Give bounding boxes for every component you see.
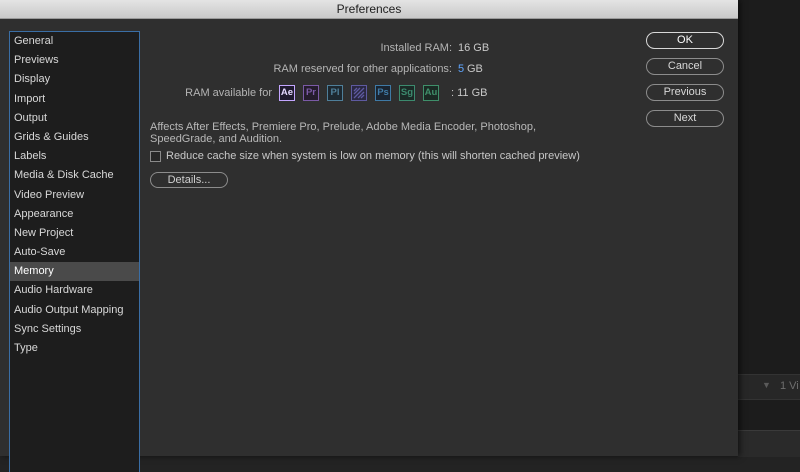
preferences-sidebar[interactable]: General Previews Display Import Output Grids …	[9, 31, 140, 472]
ram-reserved-value[interactable]: 5	[458, 63, 464, 75]
sidebar-item-media-disk-cache[interactable]: Media & Disk Cache	[10, 166, 139, 185]
details-button[interactable]: Details...	[150, 172, 228, 188]
sidebar-item-import[interactable]: Import	[10, 90, 139, 109]
background-panel	[738, 430, 800, 457]
ram-reserved-label: RAM reserved for other applications:	[273, 63, 452, 75]
installed-ram-label: Installed RAM:	[380, 42, 452, 54]
affects-description: Affects After Effects, Premiere Pro, Pre…	[150, 121, 537, 145]
sidebar-item-video-preview[interactable]: Video Preview	[10, 186, 139, 205]
sidebar-item-type[interactable]: Type	[10, 339, 139, 358]
sidebar-item-display[interactable]: Display	[10, 70, 139, 89]
prelude-icon: Pl	[327, 85, 343, 101]
previous-button[interactable]: Previous	[646, 84, 724, 101]
window-title: Preferences	[0, 0, 738, 19]
after-effects-icon: Ae	[279, 85, 295, 101]
sidebar-item-labels[interactable]: Labels	[10, 147, 139, 166]
sidebar-item-memory[interactable]: Memory	[10, 262, 139, 282]
reduce-cache-label[interactable]: Reduce cache size when system is low on …	[166, 150, 580, 162]
sidebar-item-grids-guides[interactable]: Grids & Guides	[10, 128, 139, 147]
background-toolbar: ▼ 1 Vi	[738, 374, 800, 400]
ram-reserved-unit: GB	[467, 63, 483, 75]
preferences-dialog: Preferences General Previews Display Import…	[0, 0, 738, 472]
sidebar-item-auto-save[interactable]: Auto-Save	[10, 243, 139, 262]
sidebar-item-sync-settings[interactable]: Sync Settings	[10, 320, 139, 339]
audition-icon: Au	[423, 85, 439, 101]
premiere-pro-icon: Pr	[303, 85, 319, 101]
sidebar-item-new-project[interactable]: New Project	[10, 224, 139, 243]
dropdown-arrow-icon: ▼	[762, 380, 771, 390]
sidebar-item-previews[interactable]: Previews	[10, 51, 139, 70]
cancel-button[interactable]: Cancel	[646, 58, 724, 75]
media-encoder-icon	[351, 85, 367, 101]
sidebar-item-output[interactable]: Output	[10, 109, 139, 128]
sidebar-item-audio-hardware[interactable]: Audio Hardware	[10, 281, 139, 300]
installed-ram-value: 16 GB	[458, 42, 490, 54]
reduce-cache-checkbox[interactable]	[150, 151, 161, 162]
background-panel-text: 1 Vi	[780, 380, 799, 392]
sidebar-item-appearance[interactable]: Appearance	[10, 205, 139, 224]
next-button[interactable]: Next	[646, 110, 724, 127]
speedgrade-icon: Sg	[399, 85, 415, 101]
sidebar-item-general[interactable]: General	[10, 32, 139, 51]
ok-button[interactable]: OK	[646, 32, 724, 49]
photoshop-icon: Ps	[375, 85, 391, 101]
sidebar-item-audio-output-mapping[interactable]: Audio Output Mapping	[10, 301, 139, 320]
ram-available-label: RAM available for	[185, 87, 272, 99]
ram-available-value: : 11 GB	[451, 87, 488, 99]
